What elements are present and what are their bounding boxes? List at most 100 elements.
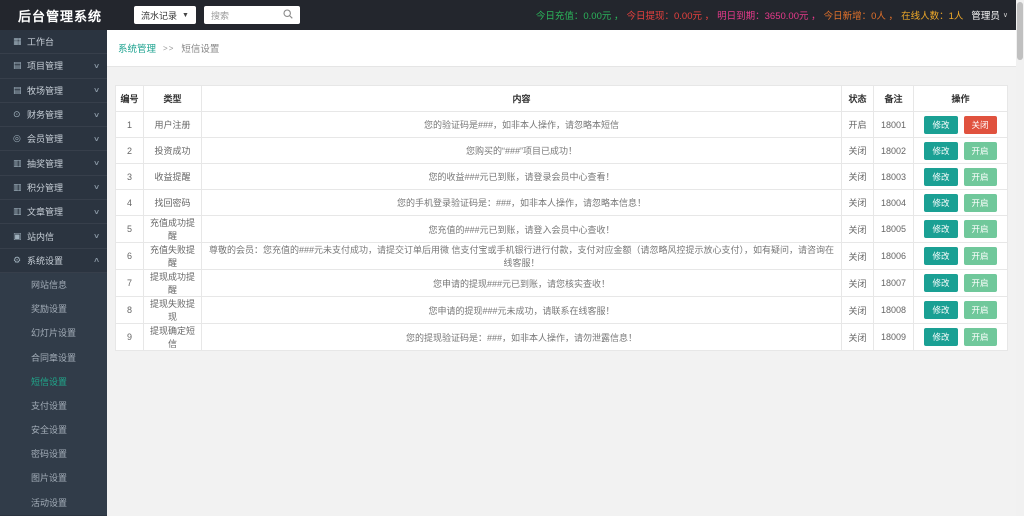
row-type: 充值失败提醒	[143, 242, 202, 270]
row-type: 用户注册	[143, 111, 202, 138]
search-icon	[283, 9, 293, 21]
folder-icon: ▤	[13, 84, 22, 95]
document-icon: ▥	[13, 206, 22, 217]
open-button[interactable]: 开启	[963, 247, 997, 265]
open-button[interactable]: 开启	[963, 193, 997, 212]
row-remark: 18003	[873, 163, 914, 190]
row-id: 7	[115, 269, 144, 297]
sidebar-item-label: 站内信	[27, 231, 55, 242]
search-placeholder: 搜索	[210, 10, 229, 21]
sidebar-item-member[interactable]: ◎ 会员管理 ∨	[0, 127, 107, 152]
chevron-down-icon: ∨	[92, 111, 101, 119]
document-icon: ▥	[13, 181, 22, 192]
chevron-down-icon: ▼	[182, 11, 189, 19]
chevron-down-icon: ∨	[92, 233, 101, 241]
row-content: 您申请的提现###元已到账，请您核实查收！	[201, 269, 842, 297]
breadcrumb-separator: >>	[163, 43, 175, 53]
row-id: 4	[115, 189, 144, 216]
edit-button[interactable]: 修改	[924, 167, 958, 186]
sidebar-item-points[interactable]: ▥ 积分管理 ∨	[0, 176, 107, 201]
open-button[interactable]: 开启	[963, 167, 997, 186]
open-button[interactable]: 开启	[963, 141, 997, 160]
edit-button[interactable]: 修改	[924, 247, 958, 265]
row-type: 提现失败提现	[143, 296, 202, 324]
column-header: 编号	[115, 85, 144, 112]
sidebar-subitem-site-info[interactable]: 网站信息	[0, 273, 107, 297]
sidebar-item-lottery[interactable]: ▥ 抽奖管理 ∨	[0, 151, 107, 176]
sidebar-item-label: 会员管理	[27, 134, 64, 145]
row-status: 关闭	[841, 269, 874, 297]
sidebar-item-label: 项目管理	[27, 61, 64, 72]
edit-button[interactable]: 修改	[924, 328, 958, 346]
row-status: 开启	[841, 111, 874, 138]
row-actions: 修改 关闭	[913, 111, 1008, 138]
row-content: 您充值的###元已到账，请登入会员中心查收！	[201, 215, 842, 243]
table-row: 5 充值成功提醒 您充值的###元已到账，请登入会员中心查收！ 关闭 18005…	[115, 215, 1008, 243]
breadcrumb-section[interactable]: 系统管理	[118, 41, 156, 55]
vertical-scrollbar[interactable]	[1016, 0, 1024, 516]
row-content: 您购买的“###”项目已成功！	[201, 137, 842, 164]
sidebar-item-article[interactable]: ▥ 文章管理 ∨	[0, 200, 107, 225]
row-content: 您的手机登录验证码是：###，如非本人操作，请忽略本信息！	[201, 189, 842, 216]
open-button[interactable]: 开启	[963, 220, 997, 238]
edit-button[interactable]: 修改	[924, 301, 958, 319]
row-content: 您的收益###元已到账，请登录会员中心查看！	[201, 163, 842, 190]
sidebar-submenu: 网站信息 奖励设置 幻灯片设置 合同章设置 短信设置 支付设置 安全设置 密码设置 图片设置 活动…	[0, 272, 107, 515]
row-content: 您申请的提现###元未成功，请联系在线客服！	[201, 296, 842, 324]
edit-button[interactable]: 修改	[924, 141, 958, 160]
edit-button[interactable]: 修改	[924, 274, 958, 292]
sidebar-subitem-contract-seal[interactable]: 合同章设置	[0, 346, 107, 370]
stat-today-new: 今日新增：0人 ，	[823, 11, 899, 22]
row-status: 关闭	[841, 137, 874, 164]
edit-button[interactable]: 修改	[924, 115, 958, 134]
top-header: 后台管理系统 流水记录 ▼ 搜索 今日充值：0.00元 ，今日提现：0.00元 …	[0, 0, 1024, 30]
row-status: 关闭	[841, 215, 874, 243]
sidebar-subitem-password[interactable]: 密码设置	[0, 442, 107, 466]
row-content: 您的验证码是###，如非本人操作，请忽略本短信	[201, 111, 842, 138]
open-button[interactable]: 开启	[963, 274, 997, 292]
sidebar-item-label: 财务管理	[27, 110, 64, 121]
sidebar-item-ranch[interactable]: ▤ 牧场管理 ∨	[0, 79, 107, 103]
chevron-down-icon: ∨	[92, 208, 101, 216]
row-status: 关闭	[841, 189, 874, 216]
app-title: 后台管理系统	[18, 8, 103, 24]
open-button[interactable]: 开启	[963, 328, 997, 346]
edit-button[interactable]: 修改	[924, 220, 958, 238]
sidebar-subitem-security[interactable]: 安全设置	[0, 418, 107, 442]
row-actions: 修改 开启	[913, 296, 1008, 324]
breadcrumb-page: 短信设置	[181, 44, 220, 55]
close-button[interactable]: 关闭	[963, 115, 997, 134]
row-id: 9	[115, 323, 144, 351]
open-button[interactable]: 开启	[963, 301, 997, 319]
sidebar-item-label: 抽奖管理	[27, 158, 64, 169]
edit-button[interactable]: 修改	[924, 193, 958, 212]
chevron-down-icon: ∨	[92, 62, 101, 70]
sidebar-subitem-reward[interactable]: 奖励设置	[0, 297, 107, 321]
finance-icon: ⊙	[13, 109, 21, 120]
sidebar-item-mail[interactable]: ▣ 站内信 ∨	[0, 224, 107, 249]
row-id: 1	[115, 111, 144, 138]
row-remark: 18009	[873, 323, 914, 351]
sidebar-item-label: 工作台	[27, 37, 55, 48]
row-id: 5	[115, 215, 144, 243]
sidebar-subitem-payment[interactable]: 支付设置	[0, 394, 107, 418]
scrollbar-thumb[interactable]	[1017, 2, 1023, 60]
sidebar-subitem-slideshow[interactable]: 幻灯片设置	[0, 321, 107, 345]
sidebar-subitem-sms[interactable]: 短信设置	[0, 370, 107, 394]
table-row: 6 充值失败提醒 尊敬的会员：您充值的###元未支付成功，请提交订单后用微 信支…	[115, 242, 1008, 270]
sidebar-item-finance[interactable]: ⊙ 财务管理 ∨	[0, 103, 107, 128]
sidebar-item-system[interactable]: ⚙ 系统设置 ∧	[0, 249, 107, 273]
sidebar-subitem-image[interactable]: 图片设置	[0, 466, 107, 490]
admin-menu[interactable]: 管理员 ∨	[971, 8, 1008, 22]
sidebar-subitem-activity[interactable]: 活动设置	[0, 491, 107, 515]
chevron-up-icon: ∧	[92, 257, 101, 265]
sms-settings-table-wrap: 编号 类型 内容 状态 备注 操作 1 用户注册 您的验证码是###，如非本人操作，请忽略…	[115, 85, 1008, 351]
row-id: 2	[115, 137, 144, 164]
search-input[interactable]: 搜索	[203, 6, 300, 24]
sidebar-item-workbench[interactable]: ▦ 工作台	[0, 30, 107, 55]
row-actions: 修改 开启	[913, 215, 1008, 243]
row-id: 6	[115, 242, 144, 270]
sidebar-item-project[interactable]: ▤ 项目管理 ∨	[0, 54, 107, 79]
record-type-select[interactable]: 流水记录 ▼	[134, 6, 196, 24]
breadcrumb: 系统管理 >> 短信设置	[107, 30, 1016, 67]
